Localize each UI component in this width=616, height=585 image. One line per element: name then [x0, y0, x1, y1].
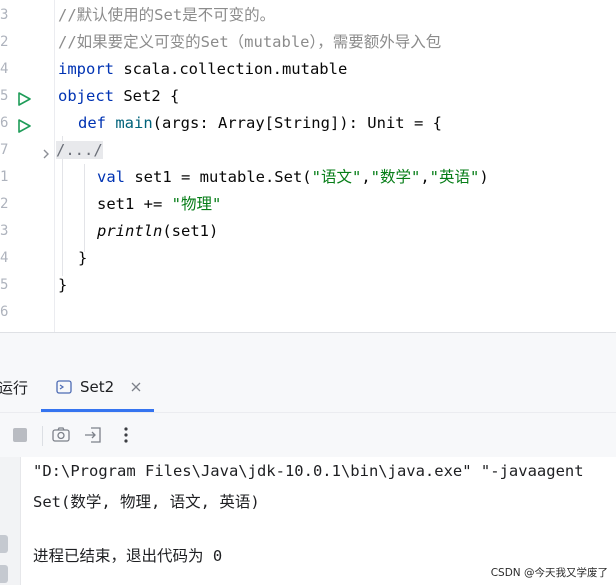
- strip-marker: [0, 565, 8, 583]
- code-token: main: [115, 114, 153, 132]
- code-token: set1 = mutable.Set(: [125, 168, 312, 186]
- console-line: Set(数学, 物理, 语文, 英语): [33, 493, 260, 511]
- code-token: val: [97, 168, 125, 186]
- run-main-icon[interactable]: [17, 119, 31, 133]
- line-number: 7: [0, 142, 9, 158]
- line-number: 1: [0, 169, 9, 185]
- tool-window-title: 运行: [0, 379, 29, 397]
- code-token: set1 +=: [97, 195, 172, 213]
- code-line[interactable]: 5}: [0, 272, 616, 299]
- console-side-strip: [0, 457, 21, 585]
- code-line[interactable]: 7 /.../: [0, 137, 616, 164]
- run-toolbar: [0, 413, 616, 457]
- line-number: 2: [0, 34, 9, 50]
- code-line[interactable]: 5 object Set2 {: [0, 83, 616, 110]
- code-line[interactable]: 2 set1 += "物理": [0, 191, 616, 218]
- exit-icon[interactable]: [83, 425, 103, 445]
- line-number: 5: [0, 277, 9, 293]
- line-number: 3: [0, 223, 9, 239]
- code-token: (args: Array[String]): Unit = {: [152, 114, 442, 132]
- code-token: "物理": [171, 195, 222, 213]
- close-icon[interactable]: [131, 382, 141, 392]
- code-token: "英语": [429, 168, 480, 186]
- strip-marker: [0, 535, 8, 553]
- camera-icon[interactable]: [51, 425, 71, 445]
- code-line[interactable]: 1 val set1 = mutable.Set("语文","数学","英语"): [0, 164, 616, 191]
- code-line[interactable]: 3 println(set1): [0, 218, 616, 245]
- code-text: def main(args: Array[String]): Unit = {: [78, 110, 442, 137]
- watermark: CSDN @今天我又学废了: [490, 567, 608, 579]
- active-tab-indicator: [41, 409, 154, 412]
- tab-set2[interactable]: Set2: [41, 365, 154, 412]
- code-line[interactable]: 6 def main(args: Array[String]): Unit = {: [0, 110, 616, 137]
- code-token: scala.collection.mutable: [114, 60, 348, 78]
- code-token: /.../: [56, 141, 103, 159]
- toolbar-divider: [42, 426, 43, 446]
- console-line: 进程已结束，退出代码为 0: [33, 547, 223, 565]
- code-text: object Set2 {: [58, 83, 179, 110]
- line-number: 5: [0, 88, 9, 104]
- code-token: }: [58, 276, 68, 294]
- code-token: "数学": [370, 168, 421, 186]
- code-token: Set2 {: [114, 87, 180, 105]
- code-line[interactable]: 3 //默认使用的Set是不可变的。: [0, 2, 616, 29]
- line-number: 6: [0, 115, 9, 131]
- code-token: ,: [420, 168, 430, 186]
- code-text: //如果要定义可变的Set（mutable），需要额外导入包: [58, 29, 441, 56]
- code-line[interactable]: 2 //如果要定义可变的Set（mutable），需要额外导入包: [0, 29, 616, 56]
- run-tool-window: 运行 Set2 "D:\Program Files\Java\jdk-10.0.…: [0, 365, 616, 585]
- console-icon: [56, 380, 72, 394]
- status-gap: [0, 333, 616, 365]
- code-text: set1 += "物理": [97, 191, 221, 218]
- code-text: println(set1): [97, 218, 218, 245]
- code-text: //默认使用的Set是不可变的。: [58, 2, 275, 29]
- run-object-icon[interactable]: [17, 92, 31, 106]
- code-token: ): [479, 168, 489, 186]
- line-number: 3: [0, 7, 9, 23]
- code-line[interactable]: 4 import scala.collection.mutable: [0, 56, 616, 83]
- code-token: println: [97, 222, 163, 240]
- code-token: object: [58, 87, 114, 105]
- code-editor[interactable]: 3 //默认使用的Set是不可变的。 2 //如果要定义可变的Set（mutable）…: [0, 0, 616, 332]
- tab-label: Set2: [80, 378, 115, 396]
- line-number: 4: [0, 61, 9, 77]
- code-token: def: [78, 114, 106, 132]
- code-text: }: [58, 272, 67, 299]
- code-text: import scala.collection.mutable: [58, 56, 347, 83]
- code-token: "语文": [311, 168, 362, 186]
- tool-window-header: 运行 Set2: [0, 365, 616, 413]
- code-token: //默认使用的Set是不可变的。: [58, 6, 276, 24]
- line-number: 2: [0, 196, 9, 212]
- code-text: /.../: [56, 137, 103, 164]
- code-line[interactable]: 6: [0, 299, 616, 326]
- more-options-icon[interactable]: [116, 425, 136, 445]
- code-line[interactable]: 4}: [0, 245, 616, 272]
- console-line: "D:\Program Files\Java\jdk-10.0.1\bin\ja…: [33, 462, 584, 480]
- code-token: }: [78, 249, 88, 267]
- stop-icon[interactable]: [10, 425, 30, 445]
- line-number: 6: [0, 304, 9, 320]
- code-token: //如果要定义可变的Set（mutable），需要额外导入包: [58, 33, 442, 51]
- code-token: (set1): [162, 222, 219, 240]
- line-number: 4: [0, 250, 9, 266]
- code-token: ,: [361, 168, 371, 186]
- fold-chevron-icon[interactable]: [40, 148, 52, 160]
- code-token: import: [58, 60, 114, 78]
- code-text: val set1 = mutable.Set("语文","数学","英语"): [97, 164, 489, 191]
- code-text: }: [78, 245, 87, 272]
